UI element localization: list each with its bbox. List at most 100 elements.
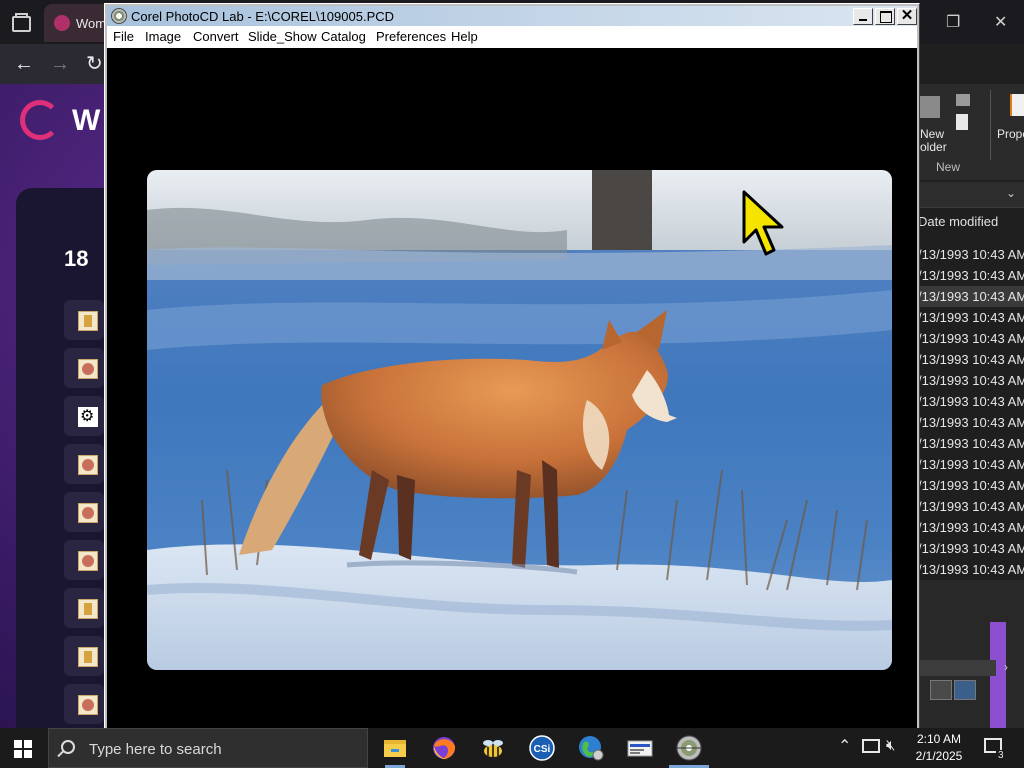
explorer-address-bar[interactable]: ⌄ — [918, 182, 1024, 208]
firefox-icon[interactable] — [428, 732, 460, 764]
chevron-down-icon[interactable]: ⌄ — [1006, 186, 1016, 200]
file-row-date[interactable]: /13/1993 10:43 AM — [918, 559, 1024, 580]
search-icon — [61, 740, 75, 754]
file-row-date[interactable]: /13/1993 10:43 AM — [918, 412, 1024, 433]
menu-slide-show[interactable]: Slide_Show — [248, 29, 317, 44]
easy-access-icon[interactable] — [956, 114, 968, 130]
column-header-date-modified[interactable]: Date modified — [918, 214, 998, 229]
reload-icon[interactable]: ↻ — [86, 52, 103, 76]
forward-arrow-icon[interactable]: → — [50, 52, 70, 76]
corel-photocd-window: Corel PhotoCD Lab - E:\COREL\109005.PCD … — [104, 3, 920, 731]
mouse-cursor-icon — [742, 190, 784, 256]
tab-favicon-icon — [54, 15, 70, 31]
chevron-up-icon[interactable]: ⌃ — [838, 736, 851, 756]
explorer-ribbon: New older Prope — [918, 84, 1024, 180]
clock-time: 2:10 AM — [916, 732, 962, 746]
list-item[interactable] — [64, 348, 104, 388]
book-icon — [78, 647, 98, 667]
list-item[interactable] — [64, 588, 104, 628]
details-view-icon[interactable] — [930, 680, 952, 700]
maximize-button[interactable] — [875, 8, 895, 25]
ribbon-group-label: New — [936, 160, 961, 174]
globe-app-icon[interactable] — [575, 732, 607, 764]
menu-catalog[interactable]: Catalog — [321, 29, 366, 44]
network-icon[interactable] — [862, 739, 880, 753]
list-item[interactable] — [64, 636, 104, 676]
horizontal-scrollbar[interactable] — [918, 660, 996, 676]
list-item[interactable] — [64, 684, 104, 724]
image-canvas[interactable] — [107, 48, 917, 728]
details-pane — [918, 580, 1024, 728]
list-item[interactable] — [64, 300, 104, 340]
windows-start-icon[interactable] — [14, 740, 32, 758]
menu-file[interactable]: File — [113, 29, 134, 44]
csi-label: CSi — [534, 744, 551, 755]
file-explorer-icon[interactable] — [379, 732, 411, 768]
ribbon-divider — [990, 90, 991, 160]
file-row-date[interactable]: /13/1993 10:43 AM — [918, 370, 1024, 391]
corel-menu-bar: File Image Convert Slide_Show Catalog Pr… — [107, 26, 917, 48]
csi-app-icon[interactable]: CSi — [526, 732, 558, 764]
volume-muted-icon[interactable]: 🔇︎ — [886, 737, 895, 754]
bee-app-icon[interactable] — [477, 732, 509, 764]
clock-date: 2/1/2025 — [915, 749, 963, 763]
photocd-app-icon[interactable] — [111, 8, 127, 24]
list-item[interactable] — [64, 396, 104, 436]
mail-app-icon[interactable] — [624, 732, 656, 764]
brand-name: W — [72, 104, 101, 137]
file-row-date[interactable]: /13/1993 10:43 AM — [918, 265, 1024, 286]
no-entry-icon — [78, 503, 98, 523]
window-title: Corel PhotoCD Lab - E:\COREL\109005.PCD — [131, 9, 395, 24]
taskbar-search-box[interactable]: Type here to search — [48, 728, 368, 768]
ribbon-properties-label[interactable]: Prope — [997, 128, 1024, 141]
file-row-date[interactable]: /13/1993 10:43 AM — [918, 349, 1024, 370]
file-row-date[interactable]: /13/1993 10:43 AM — [918, 244, 1024, 265]
list-item[interactable] — [64, 540, 104, 580]
file-row-date[interactable]: /13/1993 10:43 AM — [918, 517, 1024, 538]
file-row-date[interactable]: /13/1993 10:43 AM — [918, 286, 1024, 307]
search-placeholder: Type here to search — [89, 741, 222, 758]
menu-convert[interactable]: Convert — [193, 29, 239, 44]
file-list: /13/1993 10:43 AM/13/1993 10:43 AM/13/19… — [918, 244, 1024, 580]
no-entry-icon — [78, 455, 98, 475]
properties-icon[interactable] — [1010, 94, 1024, 116]
minimize-button[interactable] — [853, 8, 873, 25]
scroll-right-arrow-icon[interactable]: › — [1004, 660, 1008, 674]
notification-count: 3 — [996, 750, 1006, 761]
no-entry-icon — [78, 551, 98, 571]
corel-title-bar[interactable]: Corel PhotoCD Lab - E:\COREL\109005.PCD … — [107, 6, 917, 26]
file-row-date[interactable]: /13/1993 10:43 AM — [918, 307, 1024, 328]
file-row-date[interactable]: /13/1993 10:43 AM — [918, 433, 1024, 454]
menu-image[interactable]: Image — [145, 29, 181, 44]
back-arrow-icon[interactable]: ← — [14, 52, 34, 76]
close-icon[interactable]: ✕ — [994, 12, 1007, 32]
list-item[interactable] — [64, 492, 104, 532]
close-button[interactable]: ✕ — [897, 8, 917, 25]
new-folder-icon[interactable] — [920, 96, 940, 118]
background-file-explorer: ❐ ✕ New older Prope New ⌄ Date modified … — [918, 0, 1024, 728]
brand-logo-icon — [20, 100, 60, 140]
gear-icon — [78, 406, 98, 427]
new-item-icon[interactable] — [956, 94, 970, 106]
file-row-date[interactable]: /13/1993 10:43 AM — [918, 391, 1024, 412]
restore-icon[interactable]: ❐ — [946, 12, 960, 32]
menu-preferences[interactable]: Preferences — [376, 29, 446, 44]
taskbar: Type here to search CSi ⌃ 🔇︎ 2:10 AM 2/1… — [0, 728, 1024, 768]
tab-title: Wom — [76, 16, 107, 31]
file-row-date[interactable]: /13/1993 10:43 AM — [918, 496, 1024, 517]
book-icon — [78, 599, 98, 619]
list-item[interactable] — [64, 444, 104, 484]
file-row-date[interactable]: /13/1993 10:43 AM — [918, 538, 1024, 559]
tab-groups-icon[interactable] — [8, 10, 32, 34]
photocd-app-icon[interactable] — [669, 732, 709, 768]
ribbon-new-folder-label[interactable]: New older — [920, 128, 947, 154]
file-row-date[interactable]: /13/1993 10:43 AM — [918, 475, 1024, 496]
menu-help[interactable]: Help — [451, 29, 478, 44]
no-entry-icon — [78, 359, 98, 379]
explorer-title-bar: ❐ ✕ — [918, 0, 1024, 44]
file-row-date[interactable]: /13/1993 10:43 AM — [918, 328, 1024, 349]
system-clock[interactable]: 2:10 AM 2/1/2025 — [914, 731, 964, 765]
large-icons-view-icon[interactable] — [954, 680, 976, 700]
book-icon — [78, 311, 98, 331]
file-row-date[interactable]: /13/1993 10:43 AM — [918, 454, 1024, 475]
